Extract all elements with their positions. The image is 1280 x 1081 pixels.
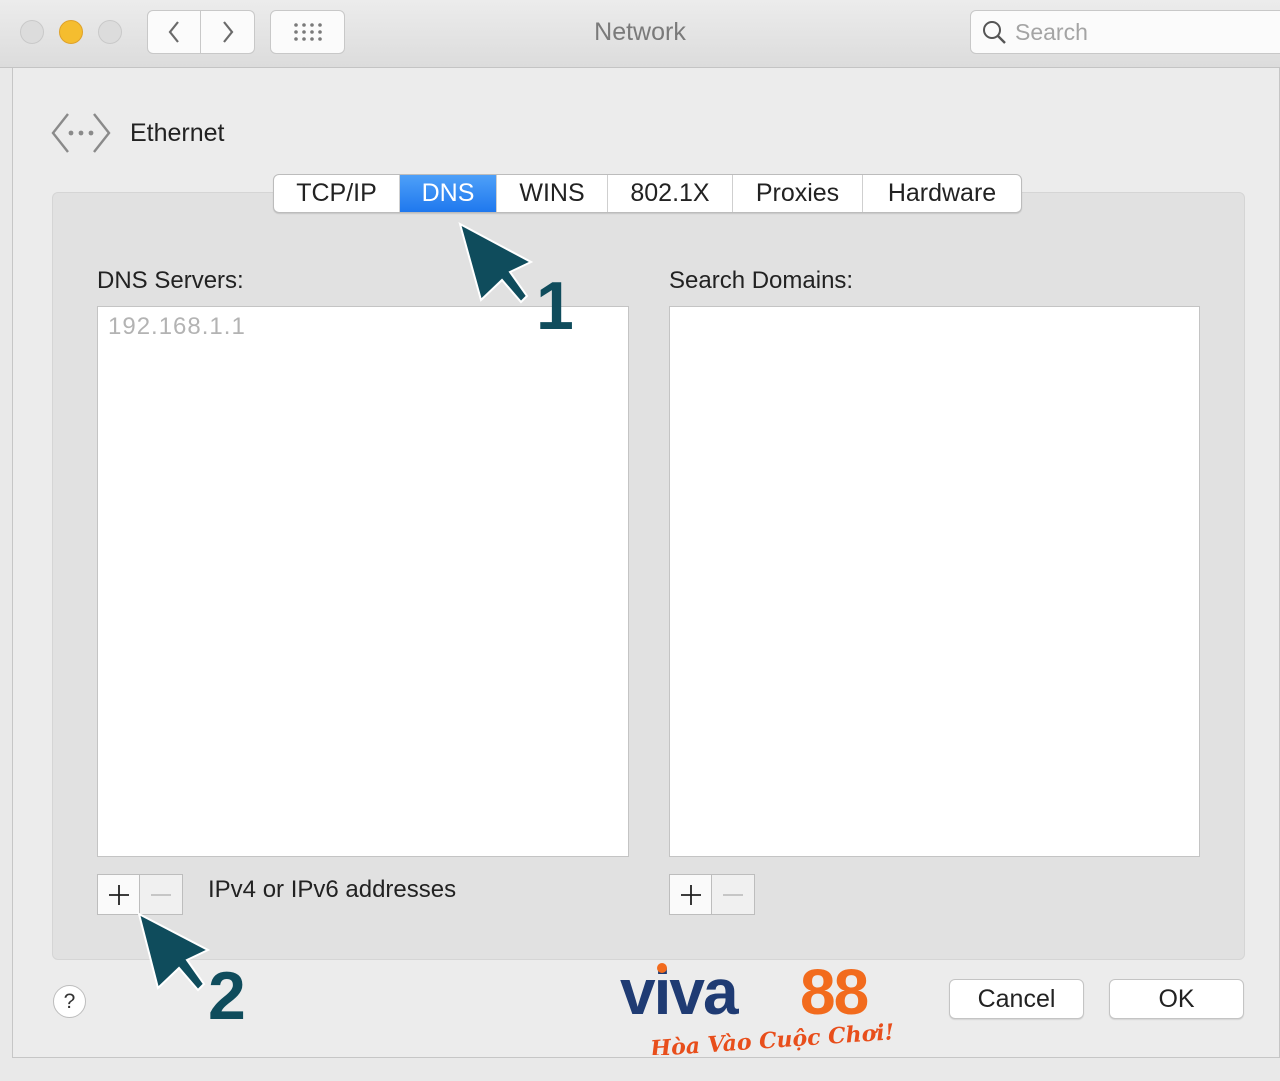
dns-servers-list[interactable]: 192.168.1.1 <box>97 306 629 857</box>
title-bar: Network <box>0 0 1280 68</box>
search-domains-list[interactable] <box>669 306 1200 857</box>
minus-icon <box>723 893 743 896</box>
ethernet-icon <box>51 113 111 153</box>
tab-bar: TCP/IP DNS WINS 802.1X Proxies Hardware <box>273 174 1022 213</box>
search-input[interactable] <box>1015 18 1275 46</box>
tab-tcpip[interactable]: TCP/IP <box>274 175 400 212</box>
remove-dns-server-button[interactable] <box>140 874 183 915</box>
dns-add-remove-controls <box>97 874 183 915</box>
annotation-step-1: 1 <box>536 268 574 344</box>
service-header: Ethernet <box>50 110 225 156</box>
search-field[interactable] <box>970 10 1280 54</box>
tab-wins[interactable]: WINS <box>497 175 608 212</box>
search-icon <box>983 21 1006 44</box>
domains-add-remove-controls <box>669 874 755 915</box>
plus-icon <box>108 884 129 905</box>
add-search-domain-button[interactable] <box>669 874 712 915</box>
ok-button[interactable]: OK <box>1109 979 1244 1019</box>
remove-search-domain-button[interactable] <box>712 874 755 915</box>
cancel-button[interactable]: Cancel <box>949 979 1084 1019</box>
dns-hint-text: IPv4 or IPv6 addresses <box>208 876 457 903</box>
service-name: Ethernet <box>130 118 225 147</box>
annotation-arrow-icon <box>137 912 211 992</box>
help-button[interactable]: ? <box>53 985 86 1018</box>
svg-text:88: 88 <box>800 960 868 1028</box>
tab-hardware[interactable]: Hardware <box>863 175 1021 212</box>
viva88-logo: viva 88 Hòa Vào Cuộc Chơi! <box>620 960 895 1055</box>
dns-servers-label: DNS Servers: <box>97 267 244 294</box>
add-dns-server-button[interactable] <box>97 874 140 915</box>
annotation-arrow-icon <box>458 222 534 304</box>
tab-8021x[interactable]: 802.1X <box>608 175 733 212</box>
tab-proxies[interactable]: Proxies <box>733 175 863 212</box>
tab-dns[interactable]: DNS <box>400 175 497 212</box>
minus-icon <box>151 893 171 896</box>
annotation-step-2: 2 <box>208 958 246 1034</box>
search-domains-label: Search Domains: <box>669 267 854 294</box>
svg-text:viva: viva <box>620 960 739 1028</box>
plus-icon <box>680 884 701 905</box>
